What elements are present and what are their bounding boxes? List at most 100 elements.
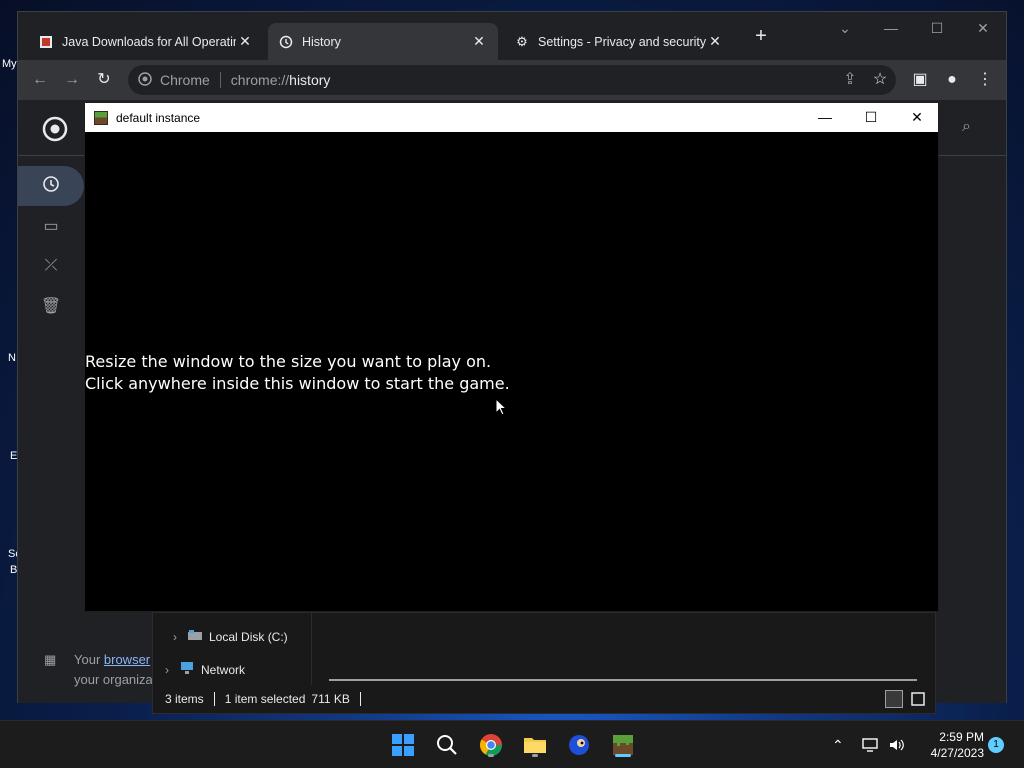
maximize-button[interactable]: ☐: [848, 103, 894, 132]
windows-logo-icon: [392, 734, 414, 756]
tab-history[interactable]: History ✕: [268, 23, 498, 60]
mouse-cursor-icon: [495, 398, 507, 416]
window-title: default instance: [116, 110, 201, 125]
show-hidden-icons-button[interactable]: ⌃: [832, 721, 844, 768]
java-icon: [38, 34, 54, 50]
sidebar-item-history[interactable]: [18, 166, 84, 206]
browser-toolbar: ← → ↻ Chrome chrome:// history ⇪ ☆ ▣ ● ⋮: [18, 60, 1006, 100]
divider: [213, 692, 215, 706]
system-clock[interactable]: 2:59 PM 4/27/2023: [914, 729, 984, 761]
minimize-button[interactable]: —: [868, 16, 914, 40]
chevron-right-icon[interactable]: ›: [173, 630, 177, 644]
grass-block-icon: [94, 110, 108, 125]
file-explorer-window: › Local Disk (C:) › Network 3 items 1 it…: [152, 612, 936, 714]
game-window[interactable]: default instance — ☐ ✕ Resize the window…: [84, 102, 939, 612]
history-icon: [42, 175, 60, 198]
tab-strip: Java Downloads for All Operating ✕ Histo…: [18, 12, 1006, 60]
taskbar-minecraft[interactable]: [609, 731, 637, 759]
building-icon: ▦: [44, 652, 57, 667]
tree-item-local-disk[interactable]: › Local Disk (C:): [173, 629, 288, 644]
folder-icon: [524, 738, 546, 753]
selection-count: 1 item selected: [224, 692, 306, 706]
item-count: 3 items: [165, 692, 204, 706]
close-window-button[interactable]: ✕: [894, 103, 940, 132]
minimize-button[interactable]: —: [802, 103, 848, 132]
managed-text-line2: your organiza: [74, 672, 153, 687]
running-indicator: [532, 754, 538, 757]
taskbar-chrome[interactable]: [477, 731, 505, 759]
url-path: history: [289, 72, 331, 88]
chrome-logo-icon: [42, 116, 68, 147]
search-icon[interactable]: ⌕: [962, 118, 971, 136]
close-window-button[interactable]: ✕: [960, 16, 1006, 40]
tab-java-downloads[interactable]: Java Downloads for All Operating ✕: [28, 23, 264, 60]
taskbar-file-explorer[interactable]: [521, 731, 549, 759]
new-tab-button[interactable]: +: [749, 25, 773, 48]
tab-title: Settings - Privacy and security: [538, 34, 706, 49]
game-instructions: Resize the window to the size you want t…: [85, 351, 510, 395]
tab-settings[interactable]: ⚙ Settings - Privacy and security ✕: [504, 23, 734, 60]
pane-divider: [311, 613, 312, 685]
tree-item-label: Network: [201, 662, 246, 677]
desktop-icon-label[interactable]: My: [2, 58, 17, 70]
status-bar: 3 items 1 item selected 711 KB: [153, 685, 935, 713]
reload-icon[interactable]: ↻: [92, 68, 116, 92]
search-button[interactable]: [433, 731, 461, 759]
maximize-button[interactable]: ☐: [914, 16, 960, 40]
selection-size: 711 KB: [311, 692, 350, 706]
history-icon: [278, 34, 294, 50]
search-icon: [437, 735, 457, 755]
chevron-right-icon[interactable]: ›: [165, 663, 169, 677]
chevron-up-icon[interactable]: ⌃: [832, 737, 844, 754]
taskbar-sonic-app[interactable]: [565, 731, 593, 759]
tab-title: History: [302, 34, 341, 49]
sidebar-item-unlinked[interactable]: ⤫: [18, 246, 84, 286]
url-scheme: chrome://: [230, 72, 290, 88]
volume-icon[interactable]: [888, 721, 906, 768]
network-icon: [179, 661, 195, 678]
close-icon[interactable]: ✕: [470, 33, 488, 50]
notification-badge[interactable]: 1: [988, 737, 1004, 753]
instruction-line-1: Resize the window to the size you want t…: [85, 352, 492, 371]
side-panel-icon[interactable]: ▣: [908, 68, 932, 92]
taskbar: ⌃ 2:59 PM 4/27/2023 1: [0, 720, 1024, 768]
sidebar-item-clear-data[interactable]: 🗑: [18, 286, 84, 326]
network-status-icon[interactable]: [862, 721, 880, 768]
forward-arrow-icon[interactable]: →: [60, 68, 84, 92]
managed-text: Your: [74, 652, 104, 667]
active-indicator: [615, 754, 631, 757]
desktop-icon-label[interactable]: N: [8, 352, 16, 364]
details-view-icon[interactable]: [885, 690, 903, 708]
close-icon[interactable]: ✕: [236, 33, 254, 50]
star-icon[interactable]: ☆: [868, 68, 892, 92]
gear-icon: ⚙: [516, 33, 528, 49]
devices-icon: ▭: [43, 218, 59, 235]
divider: [359, 692, 361, 706]
back-arrow-icon[interactable]: ←: [28, 68, 52, 92]
close-icon[interactable]: ✕: [706, 33, 724, 50]
clock-time: 2:59 PM: [939, 730, 984, 744]
instruction-line-2: Click anywhere inside this window to sta…: [85, 374, 510, 393]
chrome-logo-icon: [138, 71, 152, 89]
horizontal-scrollbar[interactable]: [329, 679, 917, 681]
tree-item-network[interactable]: › Network: [165, 661, 245, 678]
share-icon[interactable]: ⇪: [838, 68, 862, 92]
sonic-icon: [569, 735, 589, 755]
clock-date: 4/27/2023: [930, 746, 984, 760]
game-title-bar[interactable]: default instance — ☐ ✕: [85, 103, 938, 132]
sidebar-item-tabs-other-devices[interactable]: ▭: [18, 206, 84, 246]
more-menu-icon[interactable]: ⋮: [973, 68, 997, 92]
address-bar[interactable]: Chrome chrome:// history: [128, 65, 896, 95]
start-button[interactable]: [389, 731, 417, 759]
running-indicator: [488, 754, 494, 757]
link-off-icon: ⤫: [44, 257, 58, 274]
site-label: Chrome: [160, 72, 210, 88]
tab-title: Java Downloads for All Operating: [62, 34, 236, 49]
managed-link[interactable]: browser: [104, 652, 150, 667]
profile-icon[interactable]: ●: [940, 68, 964, 92]
chevron-down-icon[interactable]: ⌄: [822, 16, 868, 40]
tiles-view-icon[interactable]: [909, 690, 927, 708]
managed-notice: ▦ Your browser your organiza: [18, 620, 158, 700]
tree-item-label: Local Disk (C:): [209, 629, 288, 644]
drive-icon: [187, 629, 203, 644]
